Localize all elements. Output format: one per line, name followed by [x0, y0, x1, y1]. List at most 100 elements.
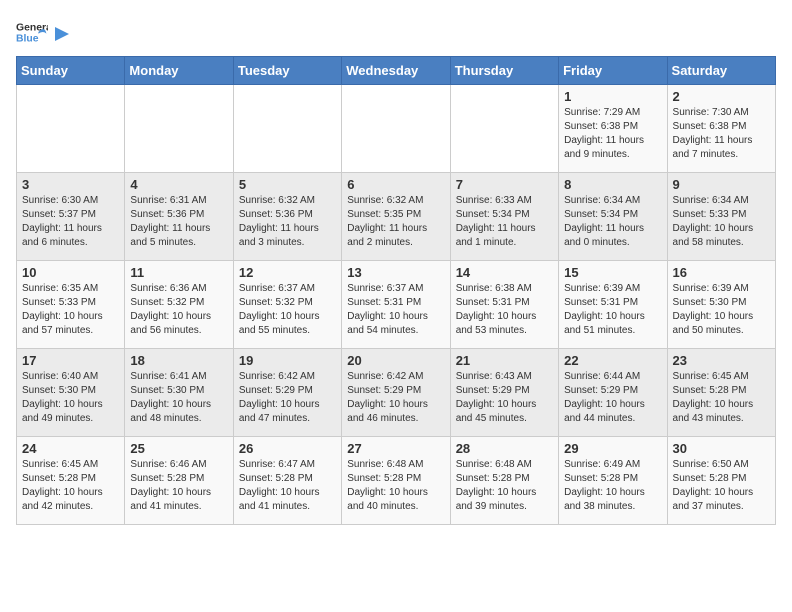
day-number: 9: [673, 177, 770, 192]
cell-w5-d3: 26 Sunrise: 6:47 AM Sunset: 5:28 PM Dayli…: [233, 437, 341, 525]
day-number: 21: [456, 353, 553, 368]
cell-w3-d4: 13 Sunrise: 6:37 AM Sunset: 5:31 PM Dayli…: [342, 261, 450, 349]
cell-w3-d5: 14 Sunrise: 6:38 AM Sunset: 5:31 PM Dayli…: [450, 261, 558, 349]
day-info: Sunrise: 6:40 AM Sunset: 5:30 PM Dayligh…: [22, 370, 119, 426]
cell-w1-d4: [342, 85, 450, 173]
logo: General Blue: [16, 16, 71, 48]
day-info: Sunrise: 6:32 AM Sunset: 5:35 PM Dayligh…: [347, 194, 444, 250]
day-info: Sunrise: 6:30 AM Sunset: 5:37 PM Dayligh…: [22, 194, 119, 250]
header: General Blue: [16, 16, 776, 48]
day-number: 16: [673, 265, 770, 280]
week-row-5: 24Sunrise: 6:45 AM Sunset: 5:28 PM Dayli…: [17, 437, 776, 525]
cell-w3-d3: 12Sunrise: 6:37 AM Sunset: 5:32 PM Dayli…: [233, 261, 341, 349]
day-info: Sunrise: 6:33 AM Sunset: 5:34 PM Dayligh…: [456, 194, 553, 250]
cell-w5-d2: 25 Sunrise: 6:46 AM Sunset: 5:28 PM Dayli…: [125, 437, 233, 525]
day-number: 25: [130, 441, 227, 456]
day-info: Sunrise: 6:44 AM Sunset: 5:29 PM Dayligh…: [564, 370, 661, 426]
day-info: Sunrise: 6:50 AM Sunset: 5:28 PM Dayligh…: [673, 458, 770, 514]
week-row-2: 3 Sunrise: 6:30 AM Sunset: 5:37 PM Daylig…: [17, 173, 776, 261]
cell-w2-d3: 5 Sunrise: 6:32 AM Sunset: 5:36 PM Daylig…: [233, 173, 341, 261]
day-number: 6: [347, 177, 444, 192]
day-info: Sunrise: 6:35 AM Sunset: 5:33 PM Dayligh…: [22, 282, 119, 338]
day-number: 20: [347, 353, 444, 368]
day-info: Sunrise: 6:39 AM Sunset: 5:31 PM Dayligh…: [564, 282, 661, 338]
cell-w4-d3: 19 Sunrise: 6:42 AM Sunset: 5:29 PM Dayli…: [233, 349, 341, 437]
cell-w5-d6: 29Sunrise: 6:49 AM Sunset: 5:28 PM Dayli…: [559, 437, 667, 525]
cell-w3-d7: 16 Sunrise: 6:39 AM Sunset: 5:30 PM Dayli…: [667, 261, 775, 349]
day-number: 24: [22, 441, 119, 456]
cell-w2-d7: 9 Sunrise: 6:34 AM Sunset: 5:33 PM Daylig…: [667, 173, 775, 261]
day-info: Sunrise: 6:42 AM Sunset: 5:29 PM Dayligh…: [239, 370, 336, 426]
cell-w4-d6: 22Sunrise: 6:44 AM Sunset: 5:29 PM Dayli…: [559, 349, 667, 437]
header-tuesday: Tuesday: [233, 57, 341, 85]
day-number: 5: [239, 177, 336, 192]
day-info: Sunrise: 6:37 AM Sunset: 5:31 PM Dayligh…: [347, 282, 444, 338]
day-info: Sunrise: 6:47 AM Sunset: 5:28 PM Dayligh…: [239, 458, 336, 514]
week-row-1: 1 Sunrise: 7:29 AM Sunset: 6:38 PM Daylig…: [17, 85, 776, 173]
header-sunday: Sunday: [17, 57, 125, 85]
cell-w4-d5: 21Sunrise: 6:43 AM Sunset: 5:29 PM Dayli…: [450, 349, 558, 437]
day-number: 2: [673, 89, 770, 104]
day-number: 14: [456, 265, 553, 280]
day-number: 23: [673, 353, 770, 368]
day-number: 11: [130, 265, 227, 280]
day-info: Sunrise: 6:32 AM Sunset: 5:36 PM Dayligh…: [239, 194, 336, 250]
cell-w5-d7: 30 Sunrise: 6:50 AM Sunset: 5:28 PM Dayli…: [667, 437, 775, 525]
day-number: 29: [564, 441, 661, 456]
day-info: Sunrise: 6:45 AM Sunset: 5:28 PM Dayligh…: [673, 370, 770, 426]
day-info: Sunrise: 6:48 AM Sunset: 5:28 PM Dayligh…: [347, 458, 444, 514]
day-info: Sunrise: 6:34 AM Sunset: 5:33 PM Dayligh…: [673, 194, 770, 250]
cell-w2-d5: 7 Sunrise: 6:33 AM Sunset: 5:34 PM Daylig…: [450, 173, 558, 261]
day-number: 4: [130, 177, 227, 192]
cell-w2-d1: 3 Sunrise: 6:30 AM Sunset: 5:37 PM Daylig…: [17, 173, 125, 261]
day-info: Sunrise: 7:30 AM Sunset: 6:38 PM Dayligh…: [673, 106, 770, 162]
logo-flag-icon: [53, 25, 71, 43]
cell-w2-d2: 4 Sunrise: 6:31 AM Sunset: 5:36 PM Daylig…: [125, 173, 233, 261]
cell-w4-d2: 18 Sunrise: 6:41 AM Sunset: 5:30 PM Dayli…: [125, 349, 233, 437]
day-info: Sunrise: 6:38 AM Sunset: 5:31 PM Dayligh…: [456, 282, 553, 338]
calendar-header: SundayMondayTuesdayWednesdayThursdayFrid…: [17, 57, 776, 85]
day-info: Sunrise: 6:31 AM Sunset: 5:36 PM Dayligh…: [130, 194, 227, 250]
day-number: 19: [239, 353, 336, 368]
cell-w5-d1: 24Sunrise: 6:45 AM Sunset: 5:28 PM Dayli…: [17, 437, 125, 525]
week-row-4: 17 Sunrise: 6:40 AM Sunset: 5:30 PM Dayli…: [17, 349, 776, 437]
cell-w1-d3: [233, 85, 341, 173]
day-info: Sunrise: 6:39 AM Sunset: 5:30 PM Dayligh…: [673, 282, 770, 338]
day-number: 15: [564, 265, 661, 280]
header-friday: Friday: [559, 57, 667, 85]
day-number: 12: [239, 265, 336, 280]
header-thursday: Thursday: [450, 57, 558, 85]
day-number: 7: [456, 177, 553, 192]
cell-w4-d7: 23 Sunrise: 6:45 AM Sunset: 5:28 PM Dayli…: [667, 349, 775, 437]
calendar-body: 1 Sunrise: 7:29 AM Sunset: 6:38 PM Daylig…: [17, 85, 776, 525]
day-info: Sunrise: 6:46 AM Sunset: 5:28 PM Dayligh…: [130, 458, 227, 514]
day-number: 10: [22, 265, 119, 280]
day-number: 30: [673, 441, 770, 456]
day-number: 18: [130, 353, 227, 368]
day-info: Sunrise: 7:29 AM Sunset: 6:38 PM Dayligh…: [564, 106, 661, 162]
day-number: 8: [564, 177, 661, 192]
day-info: Sunrise: 6:48 AM Sunset: 5:28 PM Dayligh…: [456, 458, 553, 514]
day-number: 26: [239, 441, 336, 456]
cell-w2-d6: 8Sunrise: 6:34 AM Sunset: 5:34 PM Daylig…: [559, 173, 667, 261]
day-number: 13: [347, 265, 444, 280]
svg-text:Blue: Blue: [16, 34, 39, 45]
cell-w4-d4: 20 Sunrise: 6:42 AM Sunset: 5:29 PM Dayli…: [342, 349, 450, 437]
cell-w3-d1: 10 Sunrise: 6:35 AM Sunset: 5:33 PM Dayli…: [17, 261, 125, 349]
day-info: Sunrise: 6:41 AM Sunset: 5:30 PM Dayligh…: [130, 370, 227, 426]
day-number: 27: [347, 441, 444, 456]
day-info: Sunrise: 6:42 AM Sunset: 5:29 PM Dayligh…: [347, 370, 444, 426]
day-number: 1: [564, 89, 661, 104]
cell-w3-d2: 11Sunrise: 6:36 AM Sunset: 5:32 PM Dayli…: [125, 261, 233, 349]
week-row-3: 10 Sunrise: 6:35 AM Sunset: 5:33 PM Dayli…: [17, 261, 776, 349]
day-number: 17: [22, 353, 119, 368]
cell-w3-d6: 15 Sunrise: 6:39 AM Sunset: 5:31 PM Dayli…: [559, 261, 667, 349]
cell-w1-d2: [125, 85, 233, 173]
header-saturday: Saturday: [667, 57, 775, 85]
day-number: 3: [22, 177, 119, 192]
logo-icon: General Blue: [16, 16, 48, 48]
cell-w4-d1: 17 Sunrise: 6:40 AM Sunset: 5:30 PM Dayli…: [17, 349, 125, 437]
cell-w1-d5: [450, 85, 558, 173]
calendar-table: SundayMondayTuesdayWednesdayThursdayFrid…: [16, 56, 776, 525]
header-row: SundayMondayTuesdayWednesdayThursdayFrid…: [17, 57, 776, 85]
